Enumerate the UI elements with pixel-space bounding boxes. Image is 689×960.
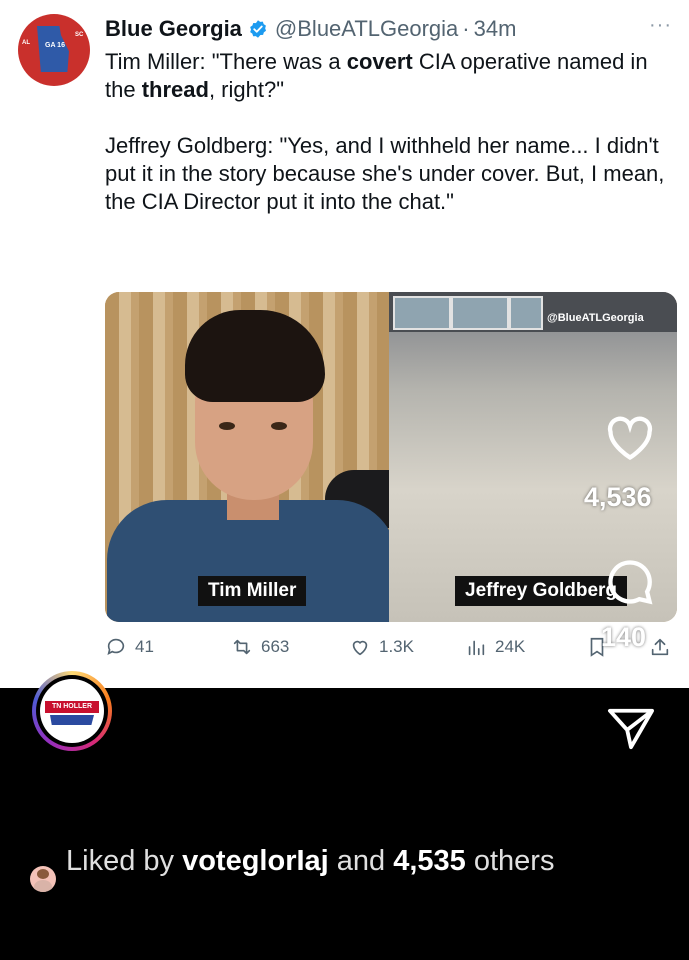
retweet-icon	[233, 639, 251, 655]
avatar-badge-text: TN HOLLER	[45, 701, 99, 713]
text-bold-thread: thread	[141, 77, 209, 102]
author-handle[interactable]: @BlueATLGeorgia	[275, 16, 458, 42]
views-button[interactable]: 24K	[465, 636, 525, 658]
tweet-action-bar: 41 663 1.3K 24K	[105, 636, 677, 664]
video-watermark: @BlueATLGeorgia	[547, 312, 644, 324]
video-panel-left: Tim Miller	[105, 292, 397, 622]
liked-user[interactable]: voteglorIaj	[182, 845, 329, 877]
lower-third-right: Jeffrey Goldberg	[455, 576, 628, 606]
avatar-tag-al: AL	[22, 40, 30, 46]
upload-icon	[651, 638, 669, 656]
tennessee-flag-icon	[50, 715, 94, 725]
like-button[interactable]: 1.3K	[349, 636, 414, 658]
jeffrey-goldberg-figure	[673, 312, 677, 622]
post-caption: is that bad? Seems bad	[32, 778, 348, 811]
tweet-card: GA 16 AL SC Blue Georgia @BlueATLGeorgia…	[0, 0, 689, 688]
liked-count: 4,535	[393, 845, 466, 877]
reply-button[interactable]: 41	[105, 636, 154, 658]
lower-third-left: Tim Miller	[198, 576, 307, 606]
liked-mid: and	[328, 845, 394, 877]
retweet-count: 663	[261, 637, 290, 656]
avatar-state-label: GA 16	[45, 42, 65, 49]
tweet-more-icon[interactable]: ···	[649, 14, 672, 37]
tweet-text: Tim Miller: "There was a covert CIA oper…	[105, 48, 680, 216]
reply-icon	[107, 638, 125, 655]
tweet-header: Blue Georgia @BlueATLGeorgia · 34m	[105, 14, 516, 44]
avatar-tag-sc: SC	[75, 32, 84, 38]
reply-count: 41	[135, 637, 154, 656]
liker-avatar[interactable]	[30, 866, 56, 892]
retweet-button[interactable]: 663	[231, 636, 289, 658]
post-more-icon[interactable]: ···	[608, 846, 636, 872]
tweet-paragraph-1: Tim Miller: "There was a covert CIA oper…	[105, 48, 680, 104]
post-username[interactable]: thetnholler	[126, 700, 240, 726]
tweet-video[interactable]: Tim Miller @BlueATLGeorgia Jeffrey Goldb…	[105, 292, 677, 622]
text-bold-covert: covert	[346, 49, 413, 74]
reel-comment-count: 140	[601, 622, 647, 652]
tn-holler-avatar: TN HOLLER	[40, 679, 104, 743]
text-run: Tim Miller: "There was a	[105, 49, 347, 74]
views-icon	[468, 640, 485, 656]
liked-by-text[interactable]: Liked by voteglorIaj and 4,535 others	[66, 842, 566, 880]
reel-like-icon[interactable]	[604, 414, 656, 462]
author-name[interactable]: Blue Georgia	[105, 16, 242, 42]
send-icon[interactable]	[606, 705, 656, 751]
header-separator: ·	[462, 16, 470, 41]
verified-badge-icon	[250, 20, 266, 38]
text-run: , right?"	[208, 77, 285, 102]
tweet-timestamp[interactable]: 34m	[474, 16, 517, 42]
liked-prefix: Liked by	[66, 845, 183, 877]
reel-like-count: 4,536	[584, 482, 652, 512]
blue-georgia-avatar[interactable]: GA 16 AL SC	[18, 14, 90, 86]
tweet-paragraph-2: Jeffrey Goldberg: "Yes, and I withheld h…	[105, 133, 665, 214]
share-count: 832	[609, 772, 653, 802]
story-ring[interactable]: TN HOLLER	[32, 671, 112, 751]
share-tweet-button[interactable]	[649, 636, 671, 658]
liked-suffix: others	[465, 845, 555, 877]
reel-comment-icon[interactable]	[604, 558, 656, 606]
like-count: 1.3K	[379, 637, 414, 656]
heart-icon	[352, 640, 368, 656]
views-count: 24K	[495, 637, 526, 656]
